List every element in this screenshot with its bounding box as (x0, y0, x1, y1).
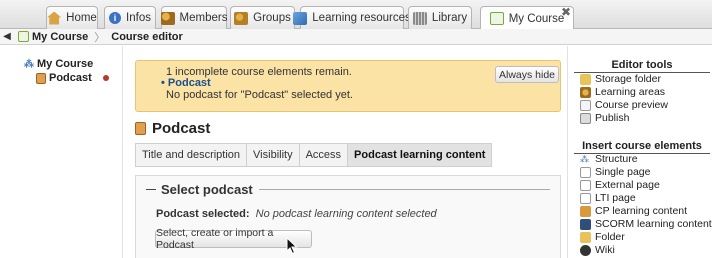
insert-external-page[interactable]: External page (580, 179, 660, 191)
always-hide-button[interactable]: Always hide (495, 66, 559, 83)
tab-label: Groups (253, 12, 291, 24)
tab-podcast-learning-content[interactable]: Podcast learning content (348, 144, 492, 166)
tab-label: Infos (126, 12, 151, 24)
warning-item-link[interactable]: • Podcast (161, 77, 211, 89)
tab-members[interactable]: Members (160, 6, 228, 29)
insert-folder[interactable]: Folder (580, 231, 625, 243)
scorm-icon (580, 218, 591, 230)
preview-icon (580, 99, 591, 111)
tab-label: Home (66, 12, 97, 24)
element-title: Podcast (135, 120, 210, 137)
tab-groups[interactable]: Groups (230, 6, 295, 29)
top-navigation-tabs: Home i Infos Members Groups Learning res… (0, 0, 712, 30)
folder-icon (580, 73, 591, 85)
incomplete-warning-box: 1 incomplete course elements remain. • P… (135, 60, 561, 112)
external-page-icon (580, 179, 591, 191)
editor-tools-heading: Editor tools (574, 59, 710, 73)
structure-icon: ⁂ (580, 153, 589, 164)
tool-learning-areas[interactable]: Learning areas (580, 86, 665, 98)
tree-node-podcast[interactable]: Podcast (36, 72, 92, 84)
tab-title-description[interactable]: Title and description (136, 144, 248, 166)
learning-areas-icon (580, 86, 591, 98)
main-content: 1 incomplete course elements remain. • P… (124, 46, 567, 258)
insert-cp-learning-content[interactable]: CP learning content (580, 205, 687, 217)
legend-rule (258, 189, 550, 190)
breadcrumb-course[interactable]: My Course (14, 31, 94, 43)
members-icon (160, 11, 175, 25)
tree-root-course[interactable]: ⁂ My Course (24, 58, 93, 70)
podcast-icon (36, 72, 46, 84)
tab-access[interactable]: Access (300, 144, 349, 166)
learning-resources-icon (293, 11, 308, 25)
select-podcast-panel: Select podcast Podcast selected: No podc… (135, 175, 561, 258)
breadcrumb: ◀ My Course 〉 Course editor (0, 29, 712, 45)
insert-structure[interactable]: ⁂ Structure (580, 153, 638, 165)
insert-lti-page[interactable]: LTI page (580, 192, 636, 204)
tab-my-course[interactable]: My Course ✖ (480, 6, 574, 30)
course-icon (489, 12, 504, 25)
panel-legend: Select podcast (146, 182, 550, 197)
podcast-selected-value: No podcast learning content selected (255, 208, 437, 220)
home-icon (47, 11, 62, 25)
legend-rule (146, 189, 156, 190)
breadcrumb-separator: 〉 (94, 31, 106, 44)
library-icon (412, 11, 427, 25)
podcast-selected-label: Podcast selected: (156, 208, 250, 220)
publish-icon (580, 112, 591, 124)
insert-scorm-content[interactable]: SCORM learning content (580, 218, 712, 230)
tool-course-preview[interactable]: Course preview (580, 99, 668, 111)
tab-learning-resources[interactable]: Learning resources (293, 6, 411, 29)
single-page-icon (580, 166, 591, 178)
tab-label: Members (179, 12, 228, 24)
tool-storage-folder[interactable]: Storage folder (580, 73, 661, 85)
insert-wiki[interactable]: Wiki (580, 244, 615, 256)
insert-elements-heading: Insert course elements (574, 140, 710, 154)
podcast-selected-row: Podcast selected: No podcast learning co… (156, 208, 437, 220)
tab-infos[interactable]: i Infos (104, 6, 156, 29)
course-tree: ⁂ My Course Podcast (0, 46, 123, 258)
info-icon: i (109, 12, 122, 24)
editor-sidebar: Editor tools Storage folder Learning are… (567, 46, 712, 258)
podcast-icon (135, 122, 146, 135)
course-icon (18, 31, 29, 42)
structure-icon: ⁂ (24, 58, 34, 70)
groups-icon (234, 11, 249, 25)
back-arrow-icon[interactable]: ◀ (0, 31, 14, 42)
insert-single-page[interactable]: Single page (580, 166, 650, 178)
close-tab-icon[interactable]: ✖ (561, 6, 571, 18)
tab-label: Learning resources (312, 12, 411, 24)
tool-publish[interactable]: Publish (580, 112, 629, 124)
mouse-cursor-icon (286, 237, 298, 255)
tab-library[interactable]: Library (408, 6, 472, 29)
warning-detail: No podcast for "Podcast" selected yet. (166, 89, 353, 101)
tab-home[interactable]: Home (46, 6, 98, 29)
wiki-icon (580, 244, 591, 256)
cp-learning-content-icon (580, 205, 591, 217)
tab-label: Library (431, 12, 468, 24)
tab-label: My Course (508, 12, 565, 25)
legend-title: Select podcast (161, 182, 253, 197)
lti-page-icon (580, 192, 591, 204)
tab-visibility[interactable]: Visibility (247, 144, 300, 166)
incomplete-status-dot (103, 75, 109, 81)
folder-icon (580, 231, 591, 243)
breadcrumb-current: Course editor (111, 30, 183, 43)
element-subtabs: Title and description Visibility Access … (135, 143, 493, 167)
